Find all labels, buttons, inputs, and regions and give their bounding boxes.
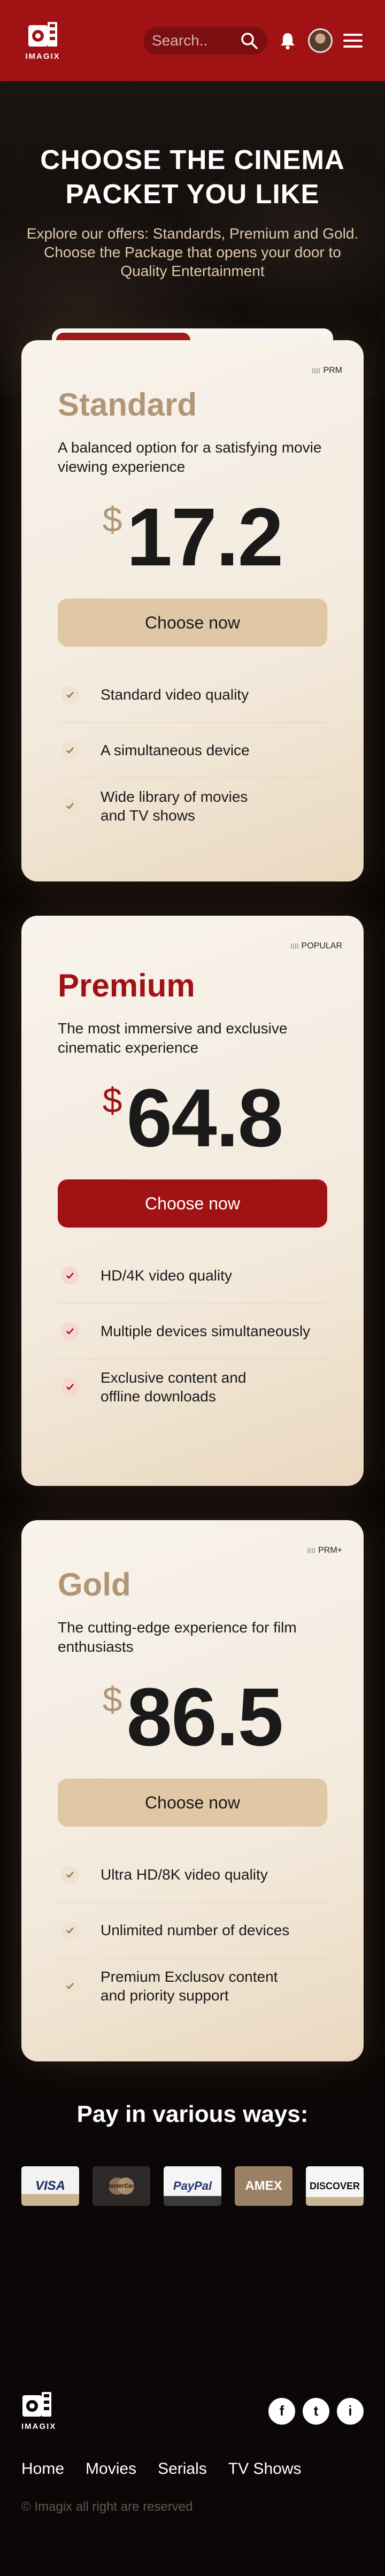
badge-icon <box>312 368 320 373</box>
check-icon <box>61 1865 79 1884</box>
plan-description: A balanced option for a satisfying movie… <box>58 439 322 475</box>
brand-name: IMAGIX <box>21 2422 57 2431</box>
plan-price: $ 64.8 <box>58 1077 327 1159</box>
check-icon <box>61 685 79 704</box>
feature-list: Standard video quality A simultaneous de… <box>58 667 327 834</box>
search-bar[interactable] <box>143 27 267 55</box>
site-header: IMAGIX <box>0 0 385 81</box>
price-amount: 17.2 <box>126 491 283 583</box>
check-icon <box>61 1266 79 1285</box>
payment-methods-section: Pay in various ways: VISA MasterCard Pay… <box>0 2061 385 2206</box>
currency-symbol: $ <box>102 1680 122 1719</box>
plan-card-premium: POPULAR Premium The most immersive and e… <box>21 916 364 1486</box>
feature-list: HD/4K video quality Multiple devices sim… <box>58 1248 327 1415</box>
logo[interactable]: IMAGIX <box>21 21 64 61</box>
facebook-icon[interactable]: f <box>268 2397 295 2425</box>
currency-symbol: $ <box>102 500 122 539</box>
plan-price: $ 17.2 <box>58 496 327 578</box>
currency-symbol: $ <box>102 1080 122 1120</box>
badge-icon <box>290 944 298 949</box>
footer-nav: Home Movies Serials TV Shows <box>21 2460 364 2478</box>
feature-list: Ultra HD/8K video quality Unlimited numb… <box>58 1847 327 2014</box>
paypal-icon: PayPal <box>164 2166 221 2206</box>
footer-link-serials[interactable]: Serials <box>158 2460 207 2478</box>
payment-methods-list: VISA MasterCard PayPal AMEX DISCOVER <box>0 2166 385 2206</box>
feature-item: Wide library of movies and TV shows <box>58 778 327 834</box>
twitter-icon[interactable]: t <box>303 2397 329 2425</box>
feature-item: Premium Exclusov content and priority su… <box>58 1958 327 2014</box>
footer-link-movies[interactable]: Movies <box>86 2460 136 2478</box>
choose-standard-button[interactable]: Choose now <box>58 599 327 647</box>
site-footer: IMAGIX f t i Home Movies Serials TV Show… <box>0 2391 385 2514</box>
notification-bell-icon[interactable] <box>277 30 298 51</box>
price-amount: 64.8 <box>126 1072 283 1164</box>
feature-item: Exclusive content and offline downloads <box>58 1359 327 1415</box>
search-icon[interactable] <box>240 31 259 50</box>
plan-description: The cutting-edge experience for film ent… <box>58 1619 297 1655</box>
plan-badge: POPULAR <box>290 941 342 951</box>
payment-title: Pay in various ways: <box>76 2101 309 2127</box>
search-input[interactable] <box>152 32 237 49</box>
hero-subtitle: Explore our offers: Standards, Premium a… <box>26 225 359 279</box>
plan-name: Premium <box>58 968 195 1003</box>
copyright: © Imagix all right are reserved <box>21 2500 193 2514</box>
check-icon <box>61 1977 79 1995</box>
camera-logo-icon <box>22 2392 51 2417</box>
user-avatar[interactable] <box>308 28 333 53</box>
choose-premium-button[interactable]: Choose now <box>58 1179 327 1228</box>
feature-item: Ultra HD/8K video quality <box>58 1847 327 1903</box>
instagram-icon[interactable]: i <box>337 2397 364 2425</box>
footer-link-tv-shows[interactable]: TV Shows <box>228 2460 302 2478</box>
check-icon <box>61 1921 79 1939</box>
mastercard-icon: MasterCard <box>93 2166 150 2206</box>
feature-item: HD/4K video quality <box>58 1248 327 1304</box>
social-links: f t i <box>268 2397 364 2425</box>
choose-gold-button[interactable]: Choose now <box>58 1778 327 1827</box>
page-title: CHOOSE THE CINEMA PACKET YOU LIKE <box>40 144 345 209</box>
plan-badge: PRM <box>312 366 342 375</box>
camera-logo-icon <box>28 21 57 47</box>
badge-icon <box>307 1548 315 1553</box>
brand-name: IMAGIX <box>25 51 60 61</box>
feature-item: Unlimited number of devices <box>58 1903 327 1958</box>
plan-card-gold: PRM+ Gold The cutting-edge experience fo… <box>21 1520 364 2061</box>
plan-card-standard: PRM Standard A balanced option for a sat… <box>21 340 364 881</box>
hamburger-menu-icon[interactable] <box>342 30 364 51</box>
price-amount: 86.5 <box>126 1671 283 1763</box>
check-icon <box>61 741 79 760</box>
plan-badge: PRM+ <box>307 1546 342 1555</box>
feature-item: A simultaneous device <box>58 723 327 778</box>
plan-name: Standard <box>58 387 197 423</box>
footer-logo[interactable]: IMAGIX <box>21 2391 64 2431</box>
check-icon <box>61 797 79 815</box>
plans-section: PRM Standard A balanced option for a sat… <box>0 340 385 2061</box>
plan-name: Gold <box>58 1567 131 1603</box>
footer-link-home[interactable]: Home <box>21 2460 64 2478</box>
check-icon <box>61 1378 79 1396</box>
discover-icon: DISCOVER <box>306 2166 364 2206</box>
plan-description: The most immersive and exclusive cinemat… <box>58 1020 288 1056</box>
feature-item: Multiple devices simultaneously <box>58 1304 327 1359</box>
plan-price: $ 86.5 <box>58 1676 327 1758</box>
amex-icon: AMEX <box>235 2166 292 2206</box>
visa-icon: VISA <box>21 2166 79 2206</box>
feature-item: Standard video quality <box>58 667 327 723</box>
check-icon <box>61 1322 79 1340</box>
